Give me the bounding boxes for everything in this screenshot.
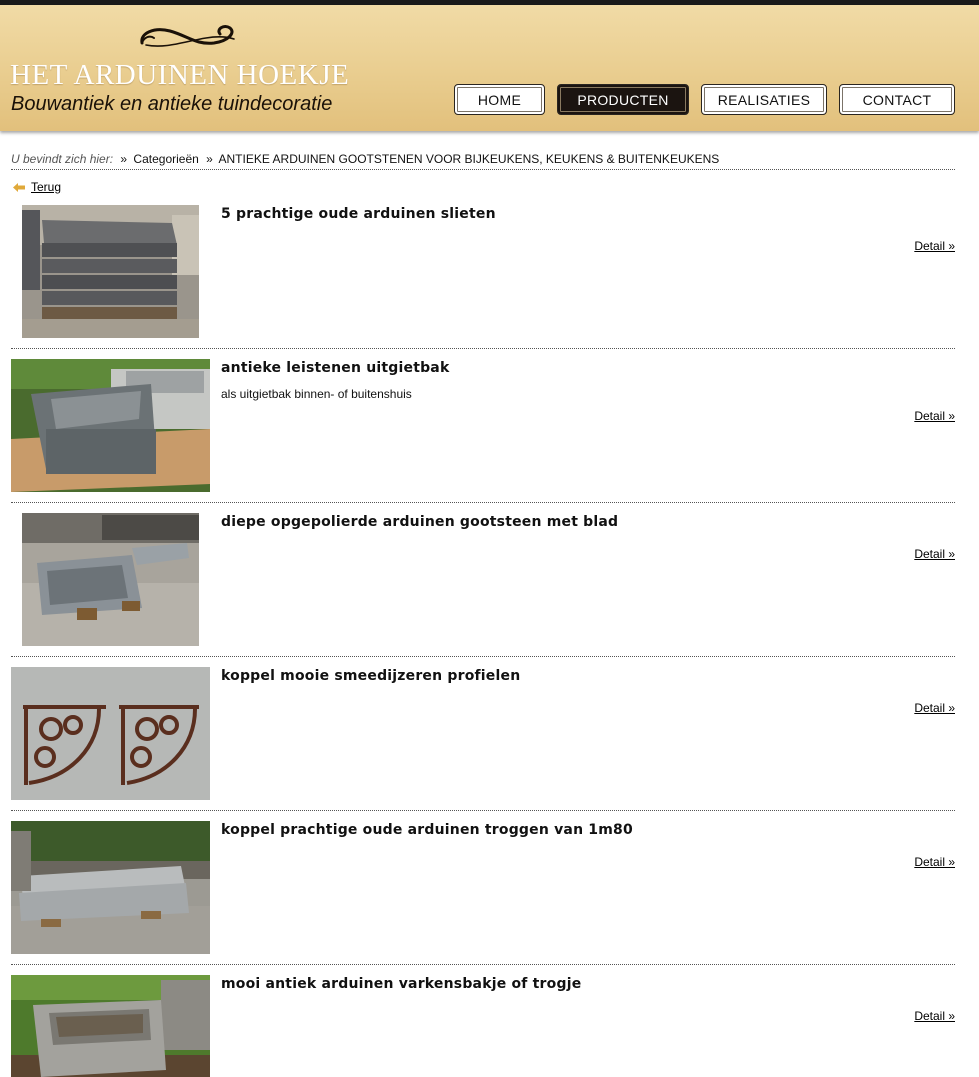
logo-swirl-icon <box>140 25 235 47</box>
product-image-slate-sink[interactable] <box>11 359 210 492</box>
breadcrumb: U bevindt zich hier: » Categorieën » ANT… <box>11 152 955 170</box>
product-detail-link[interactable]: Detail » <box>914 239 955 253</box>
product-item: mooi antiek arduinen varkensbakje of tro… <box>11 975 955 1077</box>
product-detail-link[interactable]: Detail » <box>914 1009 955 1023</box>
product-detail-link[interactable]: Detail » <box>914 701 955 715</box>
product-image-stone-sink-with-drainboard[interactable] <box>22 513 199 646</box>
product-title[interactable]: mooi antiek arduinen varkensbakje of tro… <box>221 976 581 992</box>
product-title[interactable]: koppel prachtige oude arduinen troggen v… <box>221 822 633 838</box>
back-link[interactable]: Terug <box>13 179 61 195</box>
product-image-small-stone-trough[interactable] <box>11 975 210 1077</box>
nav-home-button[interactable]: HOME <box>454 84 545 115</box>
site-logo-subtitle: Bouwantiek en antieke tuindecoratie <box>11 93 333 115</box>
product-image-stacked-stone-slabs[interactable] <box>22 205 199 338</box>
site-header: HET ARDUINEN HOEKJE Bouwantiek en antiek… <box>0 5 979 131</box>
back-arrow-icon <box>13 182 25 192</box>
product-item: koppel mooie smeedijzeren profielen Deta… <box>11 667 955 811</box>
product-title[interactable]: 5 prachtige oude arduinen slieten <box>221 206 496 222</box>
back-link-label[interactable]: Terug <box>31 180 61 194</box>
product-title[interactable]: antieke leistenen uitgietbak <box>221 360 449 376</box>
site-logo-title[interactable]: HET ARDUINEN HOEKJE <box>10 59 349 92</box>
product-image-wrought-iron-brackets[interactable] <box>11 667 210 800</box>
breadcrumb-current-category: ANTIEKE ARDUINEN GOOTSTENEN VOOR BIJKEUK… <box>218 152 720 166</box>
breadcrumb-separator: » <box>120 152 128 166</box>
nav-producten-button[interactable]: PRODUCTEN <box>557 84 689 115</box>
product-item: diepe opgepolierde arduinen gootsteen me… <box>11 513 955 657</box>
product-detail-link[interactable]: Detail » <box>914 409 955 423</box>
breadcrumb-lead: U bevindt zich hier: <box>11 152 114 166</box>
product-item: koppel prachtige oude arduinen troggen v… <box>11 821 955 965</box>
product-image-long-stone-troughs[interactable] <box>11 821 210 954</box>
nav-realisaties-button[interactable]: REALISATIES <box>701 84 827 115</box>
nav-contact-button[interactable]: CONTACT <box>839 84 955 115</box>
breadcrumb-separator: » <box>206 152 213 166</box>
product-item: antieke leistenen uitgietbak als uitgiet… <box>11 359 955 503</box>
breadcrumb-categories-link[interactable]: Categorieën <box>133 152 198 166</box>
product-detail-link[interactable]: Detail » <box>914 547 955 561</box>
product-title[interactable]: koppel mooie smeedijzeren profielen <box>221 668 520 684</box>
product-item: 5 prachtige oude arduinen slieten Detail… <box>11 205 955 349</box>
product-description: als uitgietbak binnen- of buitenshuis <box>221 387 412 401</box>
product-title[interactable]: diepe opgepolierde arduinen gootsteen me… <box>221 514 618 530</box>
product-detail-link[interactable]: Detail » <box>914 855 955 869</box>
